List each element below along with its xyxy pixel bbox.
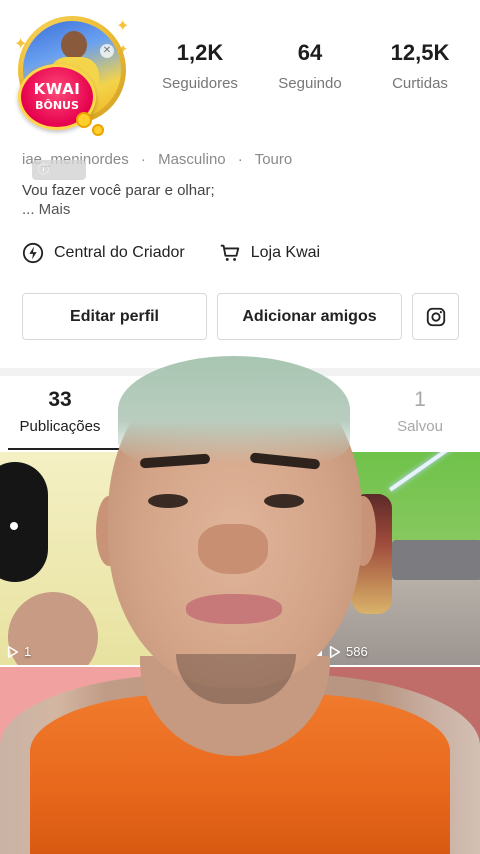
section-divider	[0, 368, 480, 376]
following-label: Seguindo	[278, 75, 342, 92]
kwai-shop-link[interactable]: Loja Kwai	[219, 242, 320, 264]
kwai-shop-label: Loja Kwai	[250, 244, 321, 261]
edit-profile-button[interactable]: Editar perfil	[22, 293, 207, 340]
profile-tabs: 33 Publicações 1 Salvou	[0, 388, 480, 450]
play-icon	[7, 645, 19, 658]
gender: Masculino	[158, 151, 226, 168]
profile-actions: Editar perfil Adicionar amigos	[22, 293, 459, 340]
play-count: 586	[328, 644, 368, 659]
badge-subtitle: BÔNUS	[35, 99, 79, 112]
profile-avatar[interactable]: ✦ ✦ ✦ ✕ KWAI BÔNUS	[14, 14, 130, 142]
followers-count: 1,2K	[176, 40, 224, 65]
profile-stats: 1,2K Seguidores 64 Seguindo 12,5K Curtid…	[150, 40, 470, 92]
followers-label: Seguidores	[162, 75, 238, 92]
following-count: 64	[297, 40, 323, 65]
view-count: 586	[346, 644, 368, 659]
lightning-icon	[22, 242, 44, 264]
profile-bio[interactable]: Vou fazer você parar e olhar; ... Mais	[22, 181, 215, 219]
cart-icon	[220, 244, 239, 261]
quick-links: Central do Criador Loja Kwai	[22, 242, 320, 264]
close-icon[interactable]: ✕	[100, 44, 114, 58]
video-thumbnail[interactable]	[322, 667, 480, 854]
likes-stat[interactable]: 12,5K Curtidas	[370, 40, 470, 92]
active-tab-indicator	[8, 448, 128, 450]
coin-icon	[92, 124, 104, 136]
likes-label: Curtidas	[392, 75, 448, 92]
coin-icon	[76, 112, 92, 128]
creator-center-label: Central do Criador	[54, 244, 185, 261]
video-thumbnail[interactable]	[0, 667, 158, 854]
zodiac-sign: Touro	[254, 151, 293, 168]
badge-title: KWAI	[33, 80, 81, 98]
creator-center-link[interactable]: Central do Criador	[22, 242, 185, 264]
following-stat[interactable]: 64 Seguindo	[260, 40, 360, 92]
saved-label: Salvou	[397, 418, 443, 435]
followers-stat[interactable]: 1,2K Seguidores	[150, 40, 250, 92]
video-thumbnail[interactable]: 586	[322, 452, 480, 665]
bio-more-link[interactable]: ... Mais	[22, 200, 215, 219]
add-friends-button[interactable]: Adicionar amigos	[217, 293, 402, 340]
posts-label: Publicações	[19, 418, 101, 435]
tab-posts[interactable]: 33 Publicações	[8, 388, 128, 450]
tab-saved[interactable]: 1 Salvou	[380, 388, 460, 435]
star-decoration-icon: ✦	[116, 18, 130, 35]
views-chip: ⓘ	[32, 160, 86, 180]
bio-text: Vou fazer você parar e olhar;	[22, 182, 215, 199]
play-count: 1	[6, 644, 31, 659]
instagram-icon	[426, 307, 445, 326]
video-thumbnail[interactable]: 1	[0, 452, 158, 665]
likes-count: 12,5K	[390, 40, 450, 65]
video-grid: 1 586	[0, 452, 480, 854]
saved-count: 1	[414, 388, 426, 411]
view-count: 1	[24, 644, 32, 659]
play-icon	[329, 645, 341, 658]
instagram-button[interactable]	[412, 293, 459, 340]
posts-count: 33	[48, 388, 72, 411]
